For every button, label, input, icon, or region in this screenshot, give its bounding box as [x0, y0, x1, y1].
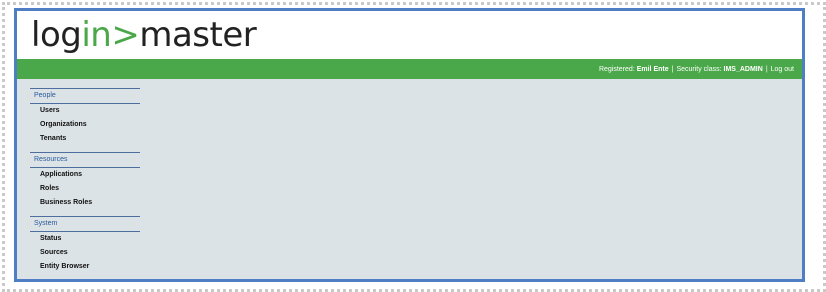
logo-part-2: in> [81, 15, 140, 55]
security-class-value: IMS_ADMIN [723, 65, 763, 73]
registered-label: Registered: [598, 65, 635, 73]
logo: login>master [31, 15, 257, 55]
status-bar: Registered: Emil Ente | Security class: … [17, 59, 802, 79]
sidebar-item-organizations[interactable]: Organizations [30, 118, 140, 132]
sidebar-item-roles[interactable]: Roles [30, 182, 140, 196]
logout-link[interactable]: Log out [771, 66, 794, 73]
separator: | [765, 65, 768, 73]
sidebar-section-resources: Resources Applications Roles Business Ro… [30, 152, 140, 210]
sidebar: People Users Organizations Tenants Resou… [30, 88, 140, 280]
sidebar-item-entity-browser[interactable]: Entity Browser [30, 260, 140, 274]
logo-part-3: master [139, 15, 257, 55]
section-title-resources: Resources [30, 152, 140, 168]
section-title-system: System [30, 216, 140, 232]
registered-user: Emil Ente [636, 65, 669, 73]
sidebar-item-business-roles[interactable]: Business Roles [30, 196, 140, 210]
header: login>master [17, 11, 802, 59]
sidebar-section-people: People Users Organizations Tenants [30, 88, 140, 146]
sidebar-item-tenants[interactable]: Tenants [30, 132, 140, 146]
sidebar-item-sources[interactable]: Sources [30, 246, 140, 260]
sidebar-item-status[interactable]: Status [30, 232, 140, 246]
separator: | [671, 65, 674, 73]
sidebar-item-users[interactable]: Users [30, 104, 140, 118]
section-title-people: People [30, 88, 140, 104]
logo-part-1: log [31, 15, 82, 55]
content-area: People Users Organizations Tenants Resou… [17, 79, 802, 279]
security-class-label: Security class: [676, 65, 722, 73]
sidebar-item-applications[interactable]: Applications [30, 168, 140, 182]
app-window: login>master Registered: Emil Ente | Sec… [14, 8, 805, 282]
sidebar-section-system: System Status Sources Entity Browser [30, 216, 140, 274]
